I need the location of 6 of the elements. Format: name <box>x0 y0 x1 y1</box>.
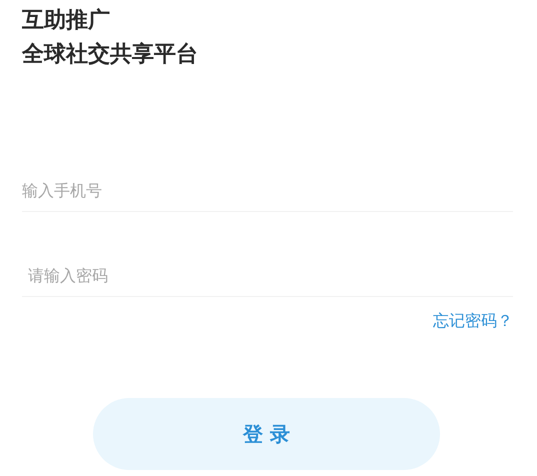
password-field[interactable]: 请输入密码 <box>22 263 513 297</box>
phone-field[interactable]: 输入手机号 <box>22 178 513 212</box>
login-button[interactable]: 登 录 <box>93 398 440 470</box>
headline: 互助推广 <box>22 7 110 35</box>
forgot-password-link[interactable]: 忘记密码？ <box>433 311 513 332</box>
headline: 全球社交共享平台 <box>22 40 198 69</box>
